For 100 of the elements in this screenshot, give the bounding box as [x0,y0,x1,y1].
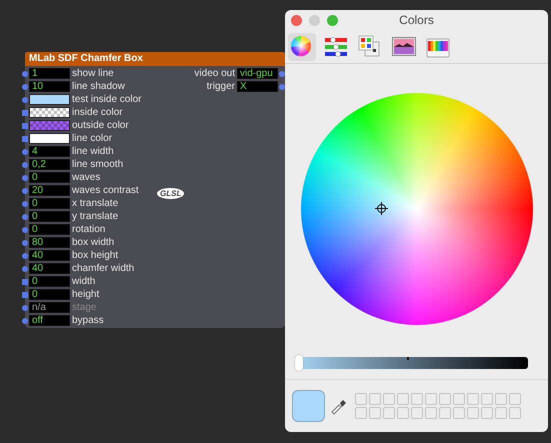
empty-swatch[interactable] [355,407,367,419]
value-field[interactable]: 0 [29,224,70,235]
inlet-port[interactable] [22,200,28,206]
empty-swatch[interactable] [411,393,423,405]
input-label: bypass [72,315,104,326]
output-label: trigger [206,81,235,92]
inlet-port[interactable] [22,162,28,168]
outlet-port[interactable] [279,84,285,90]
empty-swatch[interactable] [411,407,423,419]
value-field[interactable]: 0 [29,198,70,209]
empty-swatch[interactable] [481,407,493,419]
close-button[interactable] [291,14,302,26]
value-field[interactable]: X [237,81,278,92]
value-field[interactable]: off [29,315,70,326]
input-label: rotation [72,224,106,235]
inlet-port[interactable] [22,70,28,76]
value-field[interactable]: 0 [29,276,70,287]
input-label: line color [72,133,112,144]
value-field[interactable]: 40 [29,250,70,261]
empty-swatch[interactable] [397,407,409,419]
value-field[interactable]: 20 [29,185,70,196]
empty-swatch[interactable] [467,393,479,405]
glsl-logo: GLSL [157,188,184,199]
inlet-port[interactable] [22,266,28,272]
input-label: line smooth [72,159,124,170]
color-field[interactable] [29,94,70,105]
inlet-port[interactable] [22,188,28,194]
empty-swatch[interactable] [397,393,409,405]
value-field[interactable]: 1 [29,68,70,79]
input-label: y translate [72,211,118,222]
value-field[interactable]: 4 [29,146,70,157]
empty-swatch[interactable] [369,393,381,405]
inlet-port[interactable] [22,252,28,258]
empty-swatch[interactable] [495,393,507,405]
inlet-port[interactable] [22,96,28,102]
palette-icon [358,35,382,59]
empty-swatch[interactable] [383,393,395,405]
inlet-port[interactable] [22,110,28,116]
input-label: box width [72,237,114,248]
sliders-icon [324,35,348,59]
empty-swatch[interactable] [425,407,437,419]
value-field[interactable]: 0 [29,172,70,183]
value-field[interactable]: 0 [29,211,70,222]
inlet-port[interactable] [22,278,28,284]
input-label: width [72,276,96,287]
inlet-port[interactable] [22,136,28,142]
current-color-well[interactable] [292,390,325,422]
input-label: outside color [72,120,129,131]
outlet-port[interactable] [279,70,285,76]
value-field[interactable]: vid-gpu [237,68,278,79]
inlet-port[interactable] [22,226,28,232]
empty-swatch[interactable] [355,393,367,405]
inlet-port[interactable] [22,318,28,324]
input-label: line width [72,146,114,157]
empty-swatch[interactable] [509,393,521,405]
input-label: box height [72,250,118,261]
input-label: height [72,289,100,300]
empty-swatch[interactable] [369,407,381,419]
inlet-port[interactable] [22,148,28,154]
eyedropper-button[interactable] [330,397,348,415]
zoom-button[interactable] [327,14,338,26]
node-title: MLab SDF Chamfer Box [25,52,285,66]
inlet-port[interactable] [22,240,28,246]
input-label: line shadow [72,81,125,92]
empty-swatch[interactable] [425,393,437,405]
value-field[interactable]: 0 [29,289,70,300]
empty-swatch[interactable] [453,393,465,405]
empty-swatch[interactable] [439,393,451,405]
crosshair-icon [374,202,388,214]
value-field[interactable]: 0,2 [29,159,70,170]
empty-swatch[interactable] [453,407,465,419]
inlet-port[interactable] [22,174,28,180]
color-wheel-tab[interactable] [288,33,316,61]
brightness-slider[interactable] [296,357,528,369]
empty-swatch[interactable] [481,393,493,405]
inlet-port[interactable] [22,292,28,298]
color-field[interactable] [29,107,70,118]
empty-swatch[interactable] [383,407,395,419]
color-field[interactable] [29,120,70,131]
inlet-port[interactable] [22,214,28,220]
slider-thumb[interactable] [295,355,303,371]
inlet-port[interactable] [22,122,28,128]
empty-swatch[interactable] [467,407,479,419]
value-field[interactable]: 10 [29,81,70,92]
input-label: inside color [72,107,123,118]
empty-swatch[interactable] [439,407,451,419]
landscape-image-icon [392,35,416,59]
input-label: chamfer width [72,263,134,274]
inlet-port[interactable] [22,84,28,90]
input-label: x translate [72,198,118,209]
empty-swatch[interactable] [495,407,507,419]
empty-swatch[interactable] [509,407,521,419]
value-field[interactable]: 40 [29,263,70,274]
input-label: waves [72,172,100,183]
eyedropper-icon [330,397,348,415]
input-label: stage [72,302,96,313]
value-field[interactable]: 80 [29,237,70,248]
color-field[interactable] [29,133,70,144]
window-title: Colors [398,13,435,27]
output-label: video out [194,68,235,79]
